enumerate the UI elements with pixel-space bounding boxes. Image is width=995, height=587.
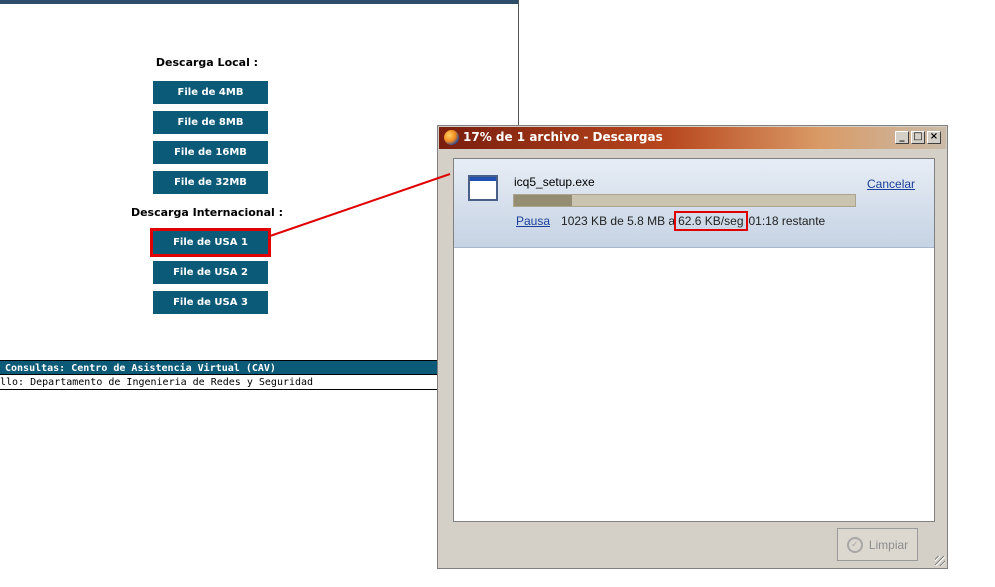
file-4mb-button[interactable]: File de 4MB [153,81,268,104]
file-32mb-button[interactable]: File de 32MB [153,171,268,194]
download-progress-bar [513,194,856,207]
footer-consultas-bar: Consultas: Centro de Asistencia Virtual … [0,360,438,375]
file-16mb-button[interactable]: File de 16MB [153,141,268,164]
file-usa-2-button[interactable]: File de USA 2 [153,261,268,284]
clear-button-label: Limpiar [868,537,909,552]
footer-development-text: llo: Departamento de Ingenieria de Redes… [0,376,438,390]
downloads-window: 17% de 1 archivo - Descargas _ □ × icq5_… [437,125,948,569]
download-item[interactable]: icq5_setup.exe Cancelar Pausa 1023 KB de … [454,159,934,248]
pause-link[interactable]: Pausa [516,214,550,228]
downloads-list: icq5_setup.exe Cancelar Pausa 1023 KB de … [453,158,935,522]
clear-button[interactable]: ✓ Limpiar [837,528,918,561]
local-download-heading: Descarga Local : [155,56,259,69]
close-button[interactable]: × [927,131,941,144]
minimize-button[interactable]: _ [895,131,909,144]
cancel-link[interactable]: Cancelar [867,177,915,191]
file-usa-3-button[interactable]: File de USA 3 [153,291,268,314]
window-titlebar[interactable]: 17% de 1 archivo - Descargas _ □ × [439,127,946,149]
resize-grip[interactable] [935,556,945,566]
progress-fill [514,195,572,206]
download-speed: 62.6 KB/seg [674,211,748,231]
time-remaining: 01:18 restante [748,214,826,228]
clear-icon: ✓ [846,536,863,553]
file-name: icq5_setup.exe [514,175,595,189]
download-status: Pausa 1023 KB de 5.8 MB a 62.6 KB/seg 01:18… [516,211,826,231]
international-download-heading: Descarga Internacional : [130,206,284,219]
firefox-icon [444,130,459,145]
file-usa-1-button[interactable]: File de USA 1 [150,228,271,257]
maximize-button[interactable]: □ [911,131,925,144]
application-icon [468,175,498,201]
page-top-bar [0,0,519,4]
file-8mb-button[interactable]: File de 8MB [153,111,268,134]
downloaded-amount: 1023 KB de 5.8 MB a [561,214,676,228]
window-title: 17% de 1 archivo - Descargas [463,130,663,144]
